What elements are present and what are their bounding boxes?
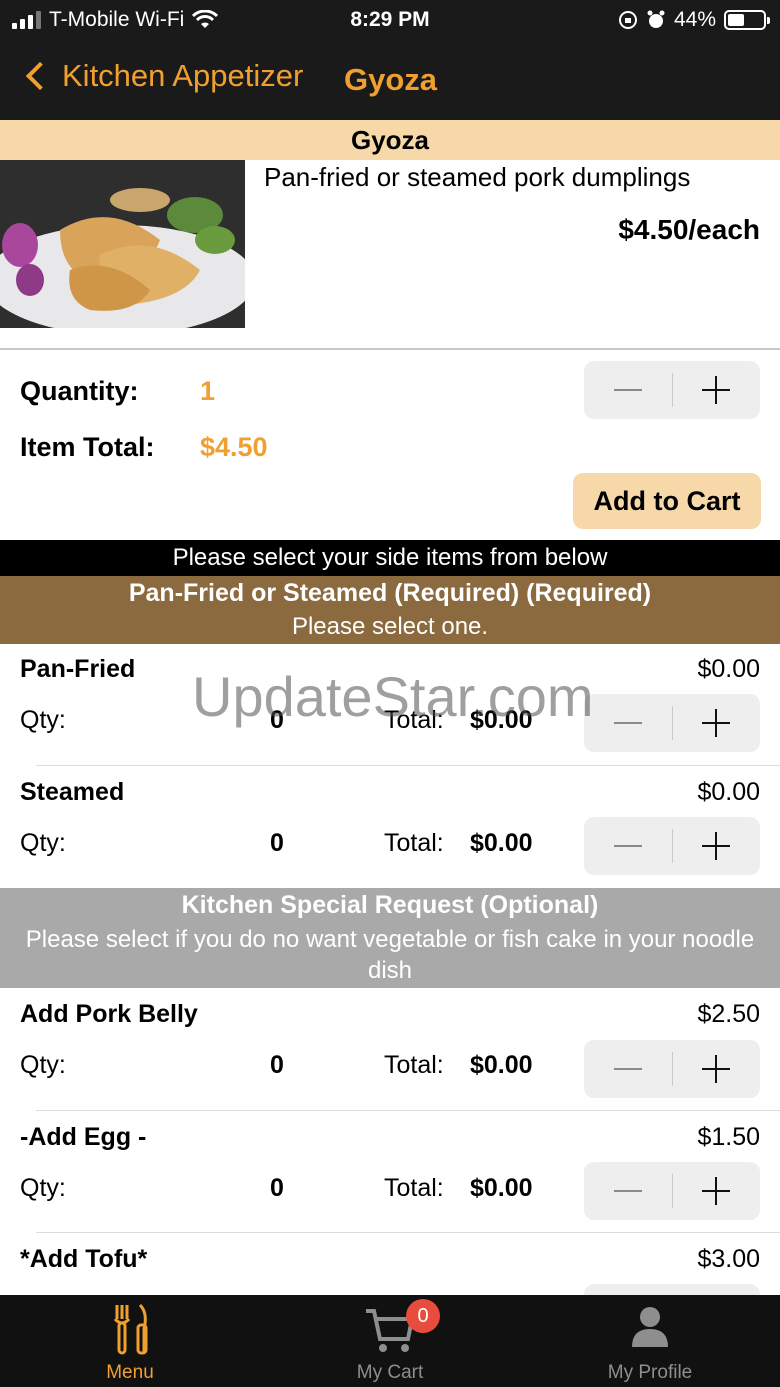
minus-icon[interactable] xyxy=(584,361,672,419)
item-name-header: Gyoza xyxy=(0,120,780,160)
group-header-pan-fried-or-steamed: Pan-Fried or Steamed (Required) (Require… xyxy=(0,576,780,644)
divider xyxy=(36,765,780,766)
option-qty-value: 0 xyxy=(270,1051,284,1079)
item-unit-price: $4.50/each xyxy=(618,214,760,245)
watermark: UpdateStar.com xyxy=(192,665,594,728)
item-total-label: Item Total: xyxy=(20,432,155,462)
option-price: $2.50 xyxy=(697,1000,760,1028)
option-total-value: $0.00 xyxy=(470,1174,533,1202)
back-label: Kitchen Appetizer xyxy=(62,58,304,93)
status-right: 44% xyxy=(618,8,770,32)
group-title: Pan-Fried or Steamed (Required) (Require… xyxy=(128,579,652,607)
option-name: Steamed xyxy=(20,778,125,806)
tab-my-profile[interactable]: My Profile xyxy=(520,1295,780,1387)
side-items-banner: Please select your side items from below xyxy=(0,540,780,576)
quantity-label: Quantity: xyxy=(20,376,139,406)
alarm-icon xyxy=(647,10,665,28)
minus-icon[interactable] xyxy=(584,1162,672,1220)
option-stepper-pork-belly xyxy=(584,1040,760,1098)
minus-icon[interactable] xyxy=(584,817,672,875)
option-qty-label: Qty: xyxy=(20,1051,66,1079)
battery-icon xyxy=(724,10,770,30)
option-price: $0.00 xyxy=(697,778,760,806)
utensils-icon xyxy=(113,1303,148,1355)
option-name: -Add Egg - xyxy=(20,1123,147,1151)
profile-icon xyxy=(632,1307,668,1347)
group-subtitle: Please select one. xyxy=(291,613,489,640)
item-photo xyxy=(0,160,245,328)
plus-icon[interactable] xyxy=(672,694,760,752)
option-total-label: Total: xyxy=(384,829,444,857)
quantity-stepper xyxy=(584,361,760,419)
add-to-cart-button[interactable]: Add to Cart xyxy=(573,473,761,529)
divider xyxy=(36,1232,780,1233)
option-price: $3.00 xyxy=(697,1245,760,1273)
quantity-value: 1 xyxy=(200,376,216,406)
tab-bar: Menu 0 My Cart My Profile xyxy=(0,1295,780,1387)
option-total-value: $0.00 xyxy=(470,829,533,857)
orientation-lock-icon xyxy=(618,11,637,29)
tab-my-cart[interactable]: 0 My Cart xyxy=(260,1295,520,1387)
divider xyxy=(36,1110,780,1111)
plus-icon[interactable] xyxy=(672,1040,760,1098)
navigation-bar: Kitchen Appetizer Gyoza xyxy=(0,52,780,108)
minus-icon[interactable] xyxy=(584,694,672,752)
plus-icon[interactable] xyxy=(672,817,760,875)
group-header-kitchen-special-request: Kitchen Special Request (Optional) Pleas… xyxy=(0,888,780,988)
tab-label: My Profile xyxy=(607,1362,693,1383)
option-total-value: $0.00 xyxy=(470,1051,533,1079)
tab-label: My Cart xyxy=(356,1362,424,1383)
option-total-label: Total: xyxy=(384,1174,444,1202)
plus-icon[interactable] xyxy=(672,1162,760,1220)
group-subtitle: Please select if you do no want vegetabl… xyxy=(25,926,755,984)
option-price: $0.00 xyxy=(697,655,760,683)
option-qty-value: 0 xyxy=(270,829,284,857)
back-button[interactable]: Kitchen Appetizer xyxy=(22,58,303,94)
tab-menu[interactable]: Menu xyxy=(0,1295,260,1387)
battery-percent: 44% xyxy=(673,8,716,31)
minus-icon[interactable] xyxy=(584,1040,672,1098)
option-name: *Add Tofu* xyxy=(20,1245,148,1273)
group-title: Kitchen Special Request (Optional) xyxy=(181,891,599,919)
plus-icon[interactable] xyxy=(672,361,760,419)
option-qty-value: 0 xyxy=(270,1174,284,1202)
nav-title: Gyoza xyxy=(344,62,438,97)
option-name: Add Pork Belly xyxy=(20,1000,198,1028)
tab-label: Menu xyxy=(106,1362,154,1383)
option-stepper-steamed xyxy=(584,817,760,875)
option-name: Pan-Fried xyxy=(20,655,136,683)
option-total-label: Total: xyxy=(384,1051,444,1079)
option-stepper-egg xyxy=(584,1162,760,1220)
status-bar: T-Mobile Wi-Fi 8:29 PM 44% xyxy=(0,0,780,40)
divider xyxy=(0,348,780,350)
item-description: Pan-fried or steamed pork dumplings xyxy=(264,162,691,192)
chevron-left-icon xyxy=(25,61,55,91)
cart-count-badge: 0 xyxy=(406,1299,440,1333)
item-total-value: $4.50 xyxy=(200,432,268,462)
option-price: $1.50 xyxy=(697,1123,760,1151)
option-stepper-pan-fried xyxy=(584,694,760,752)
top-bar: T-Mobile Wi-Fi 8:29 PM 44% Kitchen Appet… xyxy=(0,0,780,120)
option-qty-label: Qty: xyxy=(20,706,66,734)
option-qty-label: Qty: xyxy=(20,829,66,857)
option-qty-label: Qty: xyxy=(20,1174,66,1202)
